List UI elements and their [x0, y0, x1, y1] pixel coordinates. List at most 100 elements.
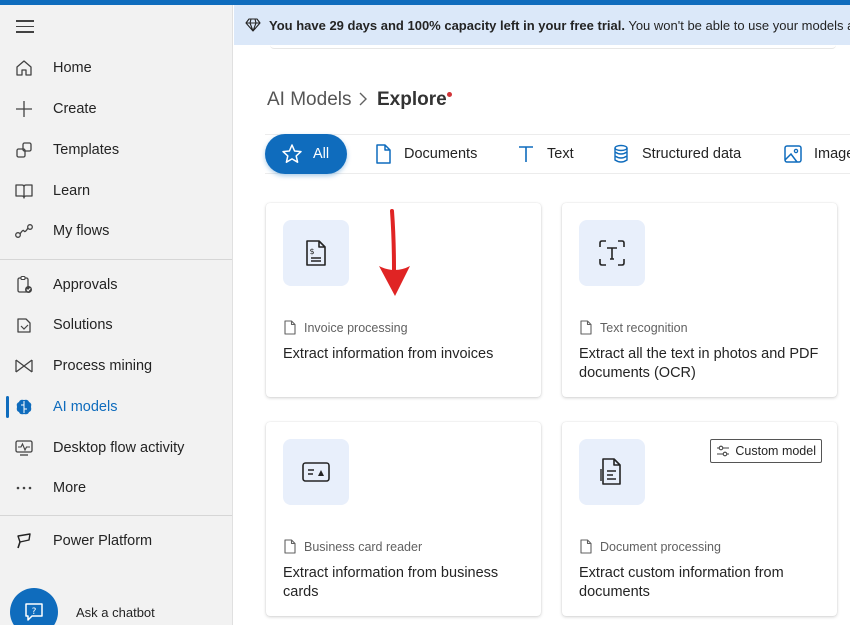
- process-mining-icon: [15, 359, 33, 373]
- card-icon-tile: [579, 220, 645, 286]
- sidebar-item-label: Approvals: [53, 277, 118, 293]
- sidebar-item-approvals[interactable]: Approvals: [0, 266, 232, 304]
- new-indicator-dot: [447, 92, 452, 97]
- image-icon: [784, 145, 802, 163]
- custom-model-badge: Custom model: [710, 439, 822, 463]
- invoice-icon: $: [306, 240, 326, 266]
- sidebar-item-label: Create: [53, 101, 97, 117]
- sidebar-item-label: Templates: [53, 142, 120, 158]
- sidebar-item-label: AI models: [53, 399, 118, 415]
- card-category-label: Document processing: [600, 539, 721, 554]
- document-processing-icon: [600, 458, 621, 485]
- tab-all[interactable]: All: [265, 134, 348, 174]
- solutions-icon: [17, 318, 31, 333]
- chat-question-icon: ?: [25, 603, 43, 621]
- more-icon: [16, 486, 32, 490]
- svg-text:?: ?: [32, 607, 37, 617]
- page-title: Explore: [377, 89, 447, 110]
- document-small-icon: [580, 539, 592, 554]
- home-icon: [16, 60, 32, 76]
- model-card-business-card-reader[interactable]: Business card reader Extract information…: [266, 422, 541, 616]
- chatbot-label: Ask a chatbot: [76, 605, 155, 620]
- trial-banner: You have 29 days and 100% capacity left …: [234, 5, 850, 45]
- breadcrumb-ai-models[interactable]: AI Models: [267, 89, 351, 111]
- trial-banner-text: You have 29 days and 100% capacity left …: [269, 18, 850, 33]
- document-icon: [376, 144, 391, 164]
- sidebar-item-label: Desktop flow activity: [53, 440, 185, 456]
- tab-structured-data[interactable]: Structured data: [610, 134, 741, 174]
- card-category: Business card reader: [283, 539, 422, 554]
- tab-image[interactable]: Image: [782, 134, 850, 174]
- power-platform-icon: [17, 533, 31, 549]
- model-card-document-processing[interactable]: Custom model Document processing Extract…: [562, 422, 837, 616]
- card-title: Extract custom information from document…: [579, 565, 784, 600]
- flow-icon: [15, 224, 33, 238]
- sidebar-item-ai-models[interactable]: AI models: [0, 388, 232, 426]
- sidebar-item-label: Process mining: [53, 358, 153, 374]
- sidebar-divider: [0, 259, 232, 260]
- tab-text[interactable]: Text: [515, 134, 574, 174]
- tab-label: All: [313, 146, 330, 162]
- sidebar-item-home[interactable]: Home: [0, 49, 232, 87]
- sidebar-item-create[interactable]: Create: [0, 90, 232, 128]
- chatbot-button[interactable]: ?: [10, 588, 58, 625]
- sidebar-item-templates[interactable]: Templates: [0, 131, 232, 169]
- search-box-edge: [270, 45, 836, 49]
- sliders-icon: [717, 445, 730, 457]
- red-annotation-arrow-icon: [379, 209, 410, 296]
- sidebar-divider: [0, 515, 232, 516]
- sidebar-item-label: My flows: [53, 223, 110, 239]
- diamond-icon: [245, 18, 261, 32]
- card-category-label: Text recognition: [600, 320, 688, 335]
- card-icon-tile: [283, 439, 349, 505]
- brain-icon: [16, 399, 32, 415]
- sidebar-item-label: Home: [53, 60, 92, 76]
- text-icon: [519, 146, 533, 162]
- card-title: Extract all the text in photos and PDF d…: [579, 346, 819, 381]
- hamburger-menu-icon[interactable]: [14, 17, 36, 35]
- document-small-icon: [580, 320, 592, 335]
- tab-label: Documents: [404, 146, 478, 162]
- sidebar-item-desktop-flow-activity[interactable]: Desktop flow activity: [0, 429, 232, 467]
- card-category: Text recognition: [579, 320, 688, 335]
- desktop-activity-icon: [15, 440, 33, 456]
- plus-icon: [16, 101, 32, 117]
- card-title: Extract information from invoices: [283, 346, 494, 362]
- star-icon: [282, 144, 302, 163]
- svg-text:$: $: [309, 247, 314, 256]
- card-title: Extract information from business cards: [283, 565, 499, 600]
- sidebar-item-more[interactable]: More: [0, 469, 232, 507]
- sidebar-item-label: More: [53, 480, 87, 496]
- tab-documents[interactable]: Documents: [372, 134, 477, 174]
- model-card-text-recognition[interactable]: Text recognition Extract all the text in…: [562, 203, 837, 397]
- text-recognition-icon: [599, 240, 625, 266]
- approvals-icon: [17, 275, 32, 293]
- sidebar-item-label: Power Platform: [53, 533, 153, 549]
- card-icon-tile: $: [283, 220, 349, 286]
- document-small-icon: [284, 539, 296, 554]
- card-category: Document processing: [579, 539, 721, 554]
- tab-label: Structured data: [642, 146, 742, 162]
- chevron-right-icon: [359, 92, 367, 106]
- sidebar-item-label: Solutions: [53, 317, 113, 333]
- trial-banner-bold: You have 29 days and 100% capacity left …: [269, 18, 625, 33]
- card-category-label: Invoice processing: [304, 320, 408, 335]
- sidebar-item-process-mining[interactable]: Process mining: [0, 347, 232, 385]
- card-category-label: Business card reader: [304, 539, 423, 554]
- sidebar-item-my-flows[interactable]: My flows: [0, 212, 232, 250]
- sidebar-item-power-platform[interactable]: Power Platform: [0, 522, 232, 560]
- trial-banner-rest: You won't be able to use your models aft…: [628, 18, 850, 33]
- sidebar-item-solutions[interactable]: Solutions: [0, 306, 232, 344]
- sidebar-item-label: Learn: [53, 183, 91, 199]
- left-navigation: Home Create Templates Learn My flows App…: [0, 5, 233, 625]
- card-category: Invoice processing: [283, 320, 408, 335]
- tab-label: Text: [547, 146, 574, 162]
- sidebar-item-learn[interactable]: Learn: [0, 172, 232, 210]
- templates-icon: [16, 142, 32, 158]
- card-icon-tile: [579, 439, 645, 505]
- business-card-icon: [302, 462, 330, 482]
- database-icon: [614, 144, 628, 163]
- custom-model-label: Custom model: [735, 444, 816, 458]
- document-small-icon: [284, 320, 296, 335]
- tab-label: Image: [814, 146, 850, 162]
